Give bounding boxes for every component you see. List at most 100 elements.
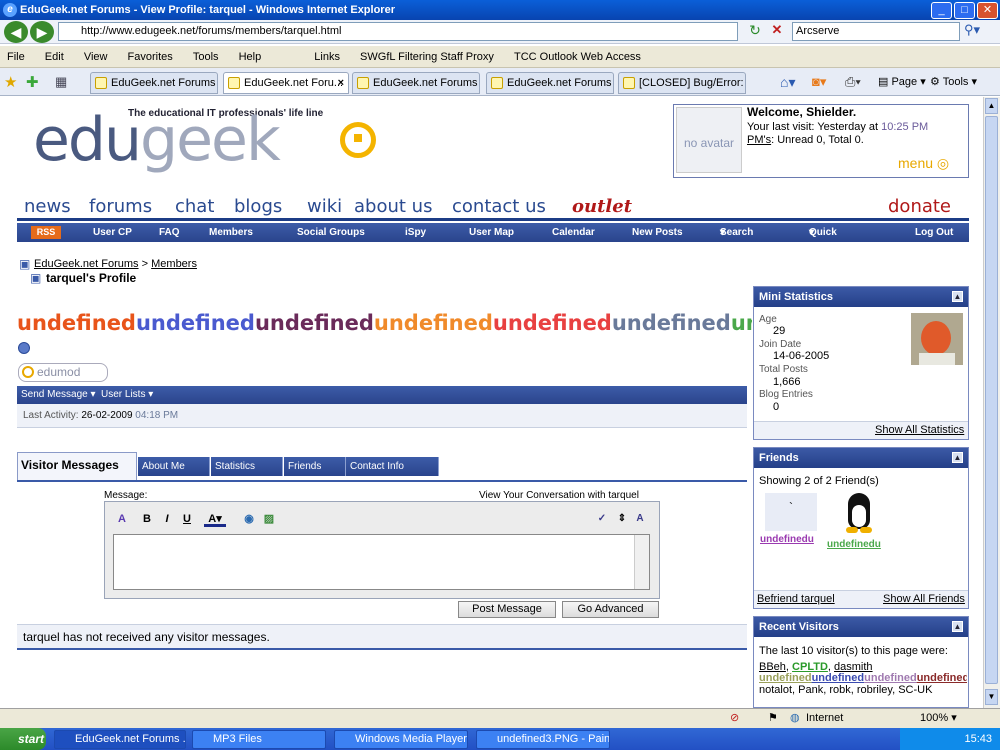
user-menu-button[interactable]: menu ◎ [898, 155, 949, 172]
breadcrumb-members[interactable]: Members [151, 258, 197, 270]
underline-icon[interactable]: U [179, 511, 195, 527]
zoom-control[interactable]: 100% ▾ [920, 709, 957, 728]
show-all-friends-link[interactable]: Show All Friends [883, 593, 965, 605]
visitor-link[interactable]: undefined [759, 672, 812, 684]
insert-link-icon[interactable]: ◉ [241, 511, 257, 527]
friend-name-2[interactable]: undefinedu [827, 539, 891, 550]
quick-tabs-icon[interactable]: ▦ [55, 74, 67, 90]
task-windows-media-player[interactable]: Windows Media Player [334, 730, 468, 749]
subnav-social-groups[interactable]: Social Groups [297, 223, 365, 242]
link-tcc-outlook[interactable]: TCC Outlook Web Access [514, 51, 641, 63]
user-lists-menu[interactable]: User Lists ▾ [101, 386, 153, 404]
tab-about-me[interactable]: About Me [138, 457, 210, 476]
back-button[interactable]: ◀ [4, 21, 28, 43]
italic-icon[interactable]: I [159, 511, 175, 527]
nav-wiki[interactable]: wiki [307, 195, 342, 219]
subnav-user-cp[interactable]: User CP [93, 223, 132, 242]
remove-formatting-icon[interactable]: A [114, 511, 130, 527]
tab-contact-info[interactable]: Contact Info [346, 457, 439, 476]
nav-contact-us[interactable]: contact us [452, 195, 546, 219]
link-swgfl[interactable]: SWGfL Filtering Staff Proxy [360, 51, 494, 63]
visitor-link[interactable]: undefined [812, 672, 865, 684]
pms-link[interactable]: PM's [747, 134, 771, 146]
insert-image-icon[interactable]: ▨ [261, 511, 277, 527]
task-mp3-files[interactable]: MP3 Files [192, 730, 326, 749]
start-button[interactable]: start [0, 728, 46, 750]
scroll-thumb[interactable] [985, 116, 998, 684]
stop-icon[interactable]: ✕ [768, 22, 786, 41]
menu-edit[interactable]: Edit [45, 51, 64, 63]
subnav-log-out[interactable]: Log Out [915, 223, 953, 242]
tab-statistics[interactable]: Statistics [211, 457, 283, 476]
visitor-link[interactable]: undefined [864, 672, 917, 684]
rss-badge[interactable]: RSS [31, 226, 61, 239]
subnav-members[interactable]: Members [209, 223, 253, 242]
nav-donate[interactable]: donate [888, 195, 951, 219]
search-input[interactable]: Arcserve [792, 22, 960, 41]
menu-view[interactable]: View [84, 51, 108, 63]
friend-name-1[interactable]: undefinedu [760, 534, 824, 545]
favorites-star-icon[interactable]: ★ [4, 73, 17, 91]
print-icon[interactable]: ⎙▾ [845, 74, 861, 90]
close-window-button[interactable]: ✕ [977, 2, 998, 19]
forward-button[interactable]: ▶ [30, 21, 54, 43]
feeds-icon[interactable]: ◙▾ [812, 74, 826, 90]
tools-menu[interactable]: ⚙ Tools ▾ [930, 75, 977, 88]
tab-2-active[interactable]: EduGeek.net Foru... × [223, 72, 349, 94]
friend-avatar-2-tux[interactable] [838, 491, 882, 535]
scroll-up-icon[interactable]: ▲ [985, 98, 998, 114]
switch-editor-mode-icon[interactable]: A [632, 511, 648, 527]
subnav-ispy[interactable]: iSpy [405, 223, 426, 242]
subnav-quick-links[interactable]: Quick Links ▾ [809, 223, 837, 257]
view-conversation-link[interactable]: View Your Conversation with tarquel [479, 490, 639, 501]
menu-tools[interactable]: Tools [193, 51, 219, 63]
nav-chat[interactable]: chat [175, 195, 214, 219]
message-textarea[interactable] [113, 534, 650, 590]
tab-5[interactable]: [CLOSED] Bug/Error: _... [618, 72, 746, 94]
address-input[interactable]: http://www.edugeek.net/forums/members/ta… [58, 22, 738, 41]
subnav-user-map[interactable]: User Map [469, 223, 514, 242]
collapse-icon[interactable]: ▲ [952, 291, 963, 302]
task-paint[interactable]: undefined3.PNG - Paint [476, 730, 610, 749]
collapse-icon[interactable]: ▲ [952, 452, 963, 463]
scroll-down-icon[interactable]: ▼ [985, 689, 998, 705]
show-all-statistics-link[interactable]: Show All Statistics [875, 424, 964, 436]
go-advanced-button[interactable]: Go Advanced [562, 601, 659, 618]
search-icon[interactable]: ⚲▾ [964, 22, 994, 41]
menu-favorites[interactable]: Favorites [128, 51, 173, 63]
site-logo[interactable]: edugeek [33, 110, 281, 170]
home-icon[interactable]: ⌂▾ [780, 74, 795, 91]
nav-outlet[interactable]: outlet [572, 195, 632, 219]
subnav-new-posts[interactable]: New Posts [632, 223, 683, 242]
menu-help[interactable]: Help [239, 51, 262, 63]
collapse-icon[interactable]: ▲ [952, 621, 963, 632]
nav-about-us[interactable]: about us [354, 195, 432, 219]
font-color-icon[interactable]: A▾ [204, 511, 226, 527]
post-message-button[interactable]: Post Message [458, 601, 556, 618]
send-message-menu[interactable]: Send Message ▾ [21, 386, 96, 404]
bold-icon[interactable]: B [139, 511, 155, 527]
spellcheck-icon[interactable]: ✓ [594, 511, 610, 527]
subnav-calendar[interactable]: Calendar [552, 223, 595, 242]
nav-news[interactable]: news [24, 195, 71, 219]
add-favorites-icon[interactable]: ✚ [26, 73, 39, 91]
tab-1[interactable]: EduGeek.net Forums - ... [90, 72, 218, 94]
befriend-link[interactable]: Befriend tarquel [757, 593, 835, 605]
tab-friends[interactable]: Friends [284, 457, 346, 476]
task-edugeek[interactable]: EduGeek.net Forums ... [54, 730, 186, 749]
visitor-link[interactable]: undefined [917, 672, 967, 684]
subnav-faq[interactable]: FAQ [159, 223, 180, 242]
menu-file[interactable]: File [7, 51, 25, 63]
nav-forums[interactable]: forums [89, 195, 152, 219]
nav-blogs[interactable]: blogs [234, 195, 282, 219]
close-tab-icon[interactable]: × [338, 73, 344, 93]
breadcrumb-root[interactable]: EduGeek.net Forums [34, 258, 139, 270]
tab-4[interactable]: EduGeek.net Forums - ... [486, 72, 614, 94]
resize-editor-icon[interactable]: ⇕ [614, 511, 630, 527]
tab-visitor-messages[interactable]: Visitor Messages [17, 452, 137, 482]
refresh-icon[interactable]: ↻ [746, 22, 764, 41]
page-menu[interactable]: ▤ Page ▾ [878, 75, 926, 88]
friend-avatar-1[interactable]: ` [765, 493, 817, 531]
textarea-scrollbar[interactable] [634, 535, 649, 589]
minimize-button[interactable]: _ [931, 2, 952, 19]
